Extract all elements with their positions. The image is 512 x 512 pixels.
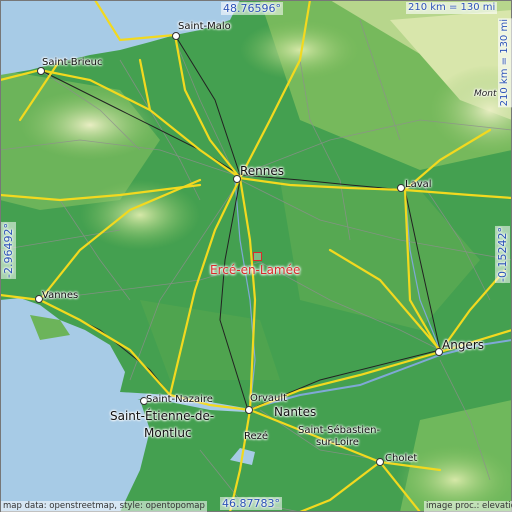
coord-left: -2.96492° [1,222,16,279]
saint-malo-marker [172,32,180,40]
place-label-laval: Laval [405,179,432,190]
saint-brieuc-marker [37,67,45,75]
place-label-rennes: Rennes [240,164,285,178]
place-label-montluc: Montluc [144,426,192,440]
place-label-saint-nazaire: Saint-Nazaire [146,394,213,405]
scale-horizontal: 210 km = 130 mi [406,2,498,14]
place-label-saint-etienne: Saint-Étienne-de- [110,409,215,423]
credit-image-proc: image proc.: elevation.city [424,501,512,512]
place-label-angers: Angers [442,338,484,352]
place-label-reze: Rezé [244,431,269,442]
place-label-saint-malo: Saint-Malo [178,21,231,32]
laval-marker [397,184,405,192]
coord-right: -0.15242° [495,226,510,283]
coord-bottom: 46.87783° [220,497,282,510]
nantes-marker [245,406,253,414]
credit-map-data: map data: openstreetmap, style: opentopo… [1,501,207,512]
cholet-marker [376,458,384,466]
place-label-sur-loire: sur-Loire [316,437,359,448]
place-label-nantes: Nantes [274,405,317,419]
place-label-cholet: Cholet [385,453,418,464]
place-label-vannes: Vannes [42,290,79,301]
highlighted-place-marker[interactable] [253,252,262,261]
place-label-orvault: Orvault [250,393,288,404]
place-label-mont: Mont [474,89,497,99]
coord-top: 48.76596° [221,2,283,15]
place-label-saint-sebastien: Saint-Sébastien- [298,425,381,436]
scale-vertical: 210 km = 130 mi [498,18,512,108]
map-canvas[interactable]: Saint-Malo Saint-Brieuc Rennes Laval Van… [0,0,512,512]
highlighted-place-label[interactable]: Ercé-en-Lamée [210,264,300,276]
place-label-saint-brieuc: Saint-Brieuc [42,57,103,68]
